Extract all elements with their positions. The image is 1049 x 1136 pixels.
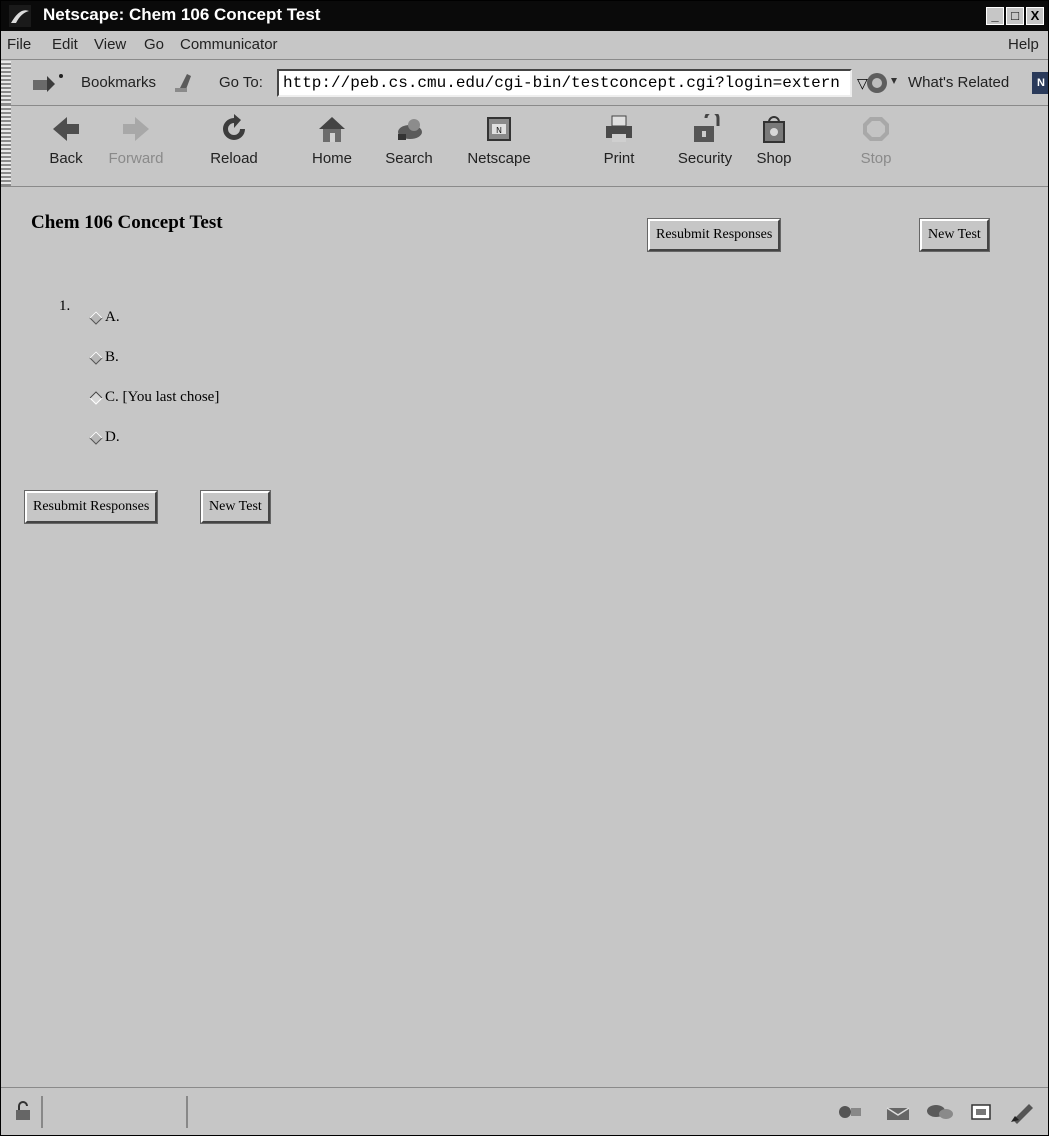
menu-help[interactable]: Help (1008, 36, 1039, 53)
forward-arrow-icon (123, 117, 149, 141)
component-icon[interactable] (837, 1102, 863, 1122)
reload-button[interactable]: Reload (199, 110, 269, 180)
location-toolbar: Bookmarks Go To: http://peb.cs.cmu.edu/c… (1, 61, 1048, 106)
edit-icon[interactable] (1009, 1102, 1035, 1124)
option-c[interactable]: C. [You last chose] (89, 389, 219, 406)
radio-unchecked-icon[interactable] (89, 310, 103, 325)
search-icon (398, 119, 422, 140)
print-label: Print (603, 150, 635, 167)
netscape-n-logo-icon[interactable]: N (1032, 72, 1048, 94)
browser-window: Netscape: Chem 106 Concept Test _ □ X Fi… (0, 0, 1049, 1136)
stop-button[interactable]: Stop (841, 110, 911, 180)
home-label: Home (311, 150, 352, 167)
netscape-icon: N (487, 117, 511, 141)
maximize-button[interactable]: □ (1006, 7, 1024, 25)
radio-unchecked-icon[interactable] (89, 350, 103, 365)
reload-label: Reload (210, 150, 258, 167)
security-padlock-icon (694, 114, 720, 142)
reload-icon (223, 114, 245, 140)
bookmarks-icon[interactable] (29, 72, 69, 94)
menu-edit[interactable]: Edit (52, 36, 78, 53)
navigation-toolbar: Back Forward Reload Home Search N Netsca… (1, 106, 1048, 187)
location-quickfile-icon[interactable] (173, 72, 199, 94)
discussion-icon[interactable] (925, 1102, 955, 1122)
print-button[interactable]: Print (584, 110, 654, 180)
close-button[interactable]: X (1026, 7, 1044, 25)
question-number: 1. (59, 298, 71, 314)
whats-related-icon[interactable] (865, 70, 903, 96)
security-button[interactable]: Security (670, 110, 740, 180)
bookmarks-label[interactable]: Bookmarks (81, 74, 156, 91)
resubmit-responses-button-bottom[interactable]: Resubmit Responses (25, 491, 158, 523)
shop-button[interactable]: Shop (739, 110, 809, 180)
page-title: Chem 106 Concept Test (31, 212, 223, 233)
menu-file[interactable]: File (7, 36, 31, 53)
menu-go[interactable]: Go (144, 36, 164, 53)
goto-label: Go To: (219, 74, 263, 91)
padlock-icon[interactable] (13, 1100, 33, 1122)
page-content: Chem 106 Concept Test Resubmit Responses… (11, 191, 1048, 1087)
minimize-button[interactable]: _ (986, 7, 1004, 25)
option-d-label: D. (105, 429, 120, 445)
toolbar-grip[interactable] (1, 61, 11, 105)
back-label: Back (49, 150, 83, 167)
home-icon (319, 117, 345, 142)
option-a[interactable]: A. (89, 309, 120, 326)
search-label: Search (385, 150, 433, 167)
new-test-button-bottom[interactable]: New Test (201, 491, 270, 523)
netscape-logo-icon (9, 5, 31, 27)
forward-label: Forward (108, 150, 164, 167)
back-button[interactable]: Back (31, 110, 101, 180)
forward-button[interactable]: Forward (101, 110, 171, 180)
option-b-label: B. (105, 349, 119, 365)
option-c-label: C. [You last chose] (105, 389, 220, 405)
svg-text:N: N (496, 126, 502, 135)
status-separator (186, 1096, 188, 1128)
home-button[interactable]: Home (297, 110, 367, 180)
shop-bag-icon (763, 116, 785, 143)
status-bar (1, 1087, 1048, 1135)
resubmit-responses-button-top[interactable]: Resubmit Responses (648, 219, 781, 251)
menu-view[interactable]: View (94, 36, 126, 53)
netscape-button[interactable]: N Netscape (464, 110, 534, 180)
radio-checked-icon[interactable] (89, 390, 103, 405)
new-test-button-top[interactable]: New Test (920, 219, 989, 251)
menu-communicator[interactable]: Communicator (180, 36, 278, 53)
radio-unchecked-icon[interactable] (89, 430, 103, 445)
menu-bar: File Edit View Go Communicator Help (1, 31, 1048, 60)
window-title: Netscape: Chem 106 Concept Test (43, 5, 321, 24)
security-label: Security (677, 150, 733, 167)
status-separator (41, 1096, 43, 1128)
option-d[interactable]: D. (89, 429, 120, 446)
back-arrow-icon (53, 117, 79, 141)
option-b[interactable]: B. (89, 349, 119, 366)
search-button[interactable]: Search (374, 110, 444, 180)
composer-icon[interactable] (969, 1102, 993, 1122)
whats-related-label[interactable]: What's Related (908, 74, 1009, 91)
print-icon (606, 115, 632, 142)
url-input[interactable]: http://peb.cs.cmu.edu/cgi-bin/testconcep… (277, 69, 852, 97)
title-bar: Netscape: Chem 106 Concept Test _ □ X (1, 1, 1048, 31)
stop-label: Stop (860, 150, 892, 167)
option-a-label: A. (105, 309, 120, 325)
stop-icon (863, 117, 889, 141)
toolbar-grip[interactable] (1, 106, 11, 186)
netscape-label: Netscape (467, 150, 531, 167)
mail-icon[interactable] (881, 1102, 915, 1122)
shop-label: Shop (756, 150, 792, 167)
